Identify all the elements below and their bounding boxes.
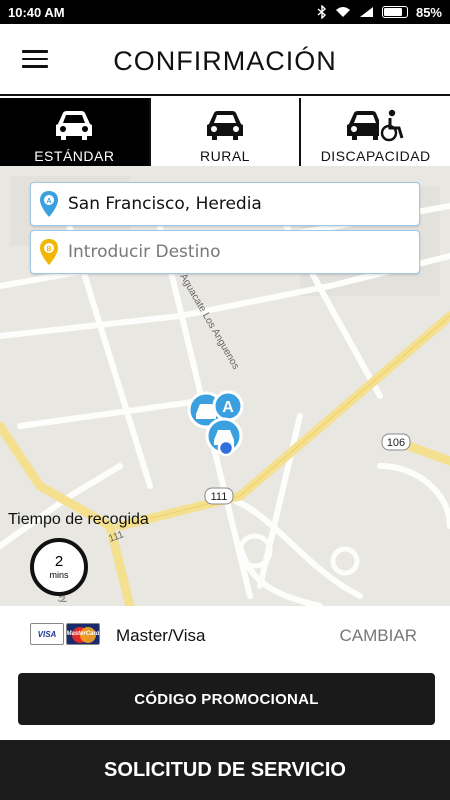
tab-label: DISCAPACIDAD [320, 148, 431, 164]
wifi-icon [335, 7, 350, 17]
svg-text:106: 106 [387, 437, 405, 449]
mastercard-card-icon: MasterCard [66, 623, 100, 645]
status-time: 10:40 AM [8, 4, 65, 20]
promo-code-button[interactable]: CÓDIGO PROMOCIONAL [18, 673, 435, 725]
map-pin-a-icon: A [40, 191, 58, 217]
tab-label: RURAL [200, 148, 250, 164]
pickup-time-value: 2 [54, 553, 64, 570]
change-payment-button[interactable]: CAMBIAR [340, 626, 417, 646]
battery-icon [381, 6, 408, 18]
status-bar: 10:40 AM 85% [0, 0, 450, 24]
road-marker-106: 106 [381, 433, 411, 451]
payment-method-label: Master/Visa [116, 626, 206, 645]
tab-discapacidad[interactable]: DISCAPACIDAD [301, 98, 450, 166]
origin-field[interactable]: A [30, 182, 420, 226]
card-logos: VISA MasterCard [30, 623, 100, 645]
mastercard-text: MasterCard [66, 631, 100, 637]
svg-text:B: B [46, 246, 51, 253]
tab-estandar[interactable]: ESTÁNDAR [0, 98, 151, 166]
origin-a-marker[interactable]: A [212, 390, 244, 422]
request-service-button[interactable]: SOLICITUD DE SERVICIO [0, 740, 450, 800]
tab-rural[interactable]: RURAL [151, 98, 302, 166]
current-location-dot [217, 439, 235, 457]
vehicle-type-tabs: ESTÁNDAR RURAL DISCAPACIDAD [0, 98, 450, 166]
map-pin-b-icon: B [40, 239, 58, 265]
app-bar: CONFIRMACIÓN [0, 24, 450, 96]
pickup-time-badge: 2 mins [30, 538, 88, 596]
status-icons: 85% [317, 5, 442, 20]
car-icon [207, 111, 243, 140]
destination-input[interactable] [68, 242, 398, 262]
payment-row: VISA MasterCard Master/Visa CAMBIAR [0, 606, 450, 666]
bluetooth-icon [317, 5, 326, 19]
map-view[interactable]: 111 106 Aguacate Los Anguenos San Hwy 11… [0, 166, 450, 606]
page-title: CONFIRMACIÓN [113, 46, 337, 76]
pickup-time-unit: mins [49, 570, 69, 580]
pickup-time-label: Tiempo de recogida [8, 511, 149, 528]
svg-text:A: A [46, 198, 51, 205]
battery-percent: 85% [415, 4, 442, 20]
car-wheelchair-icon [346, 109, 404, 142]
signal-icon [359, 7, 373, 17]
svg-text:111: 111 [211, 491, 228, 503]
car-icon [56, 111, 93, 140]
visa-card-icon: VISA [30, 623, 64, 645]
road-marker-111: 111 [204, 487, 234, 505]
svg-text:A: A [222, 399, 234, 416]
tab-label: ESTÁNDAR [34, 148, 115, 164]
destination-field[interactable]: B [30, 230, 420, 274]
origin-input[interactable] [68, 194, 398, 214]
